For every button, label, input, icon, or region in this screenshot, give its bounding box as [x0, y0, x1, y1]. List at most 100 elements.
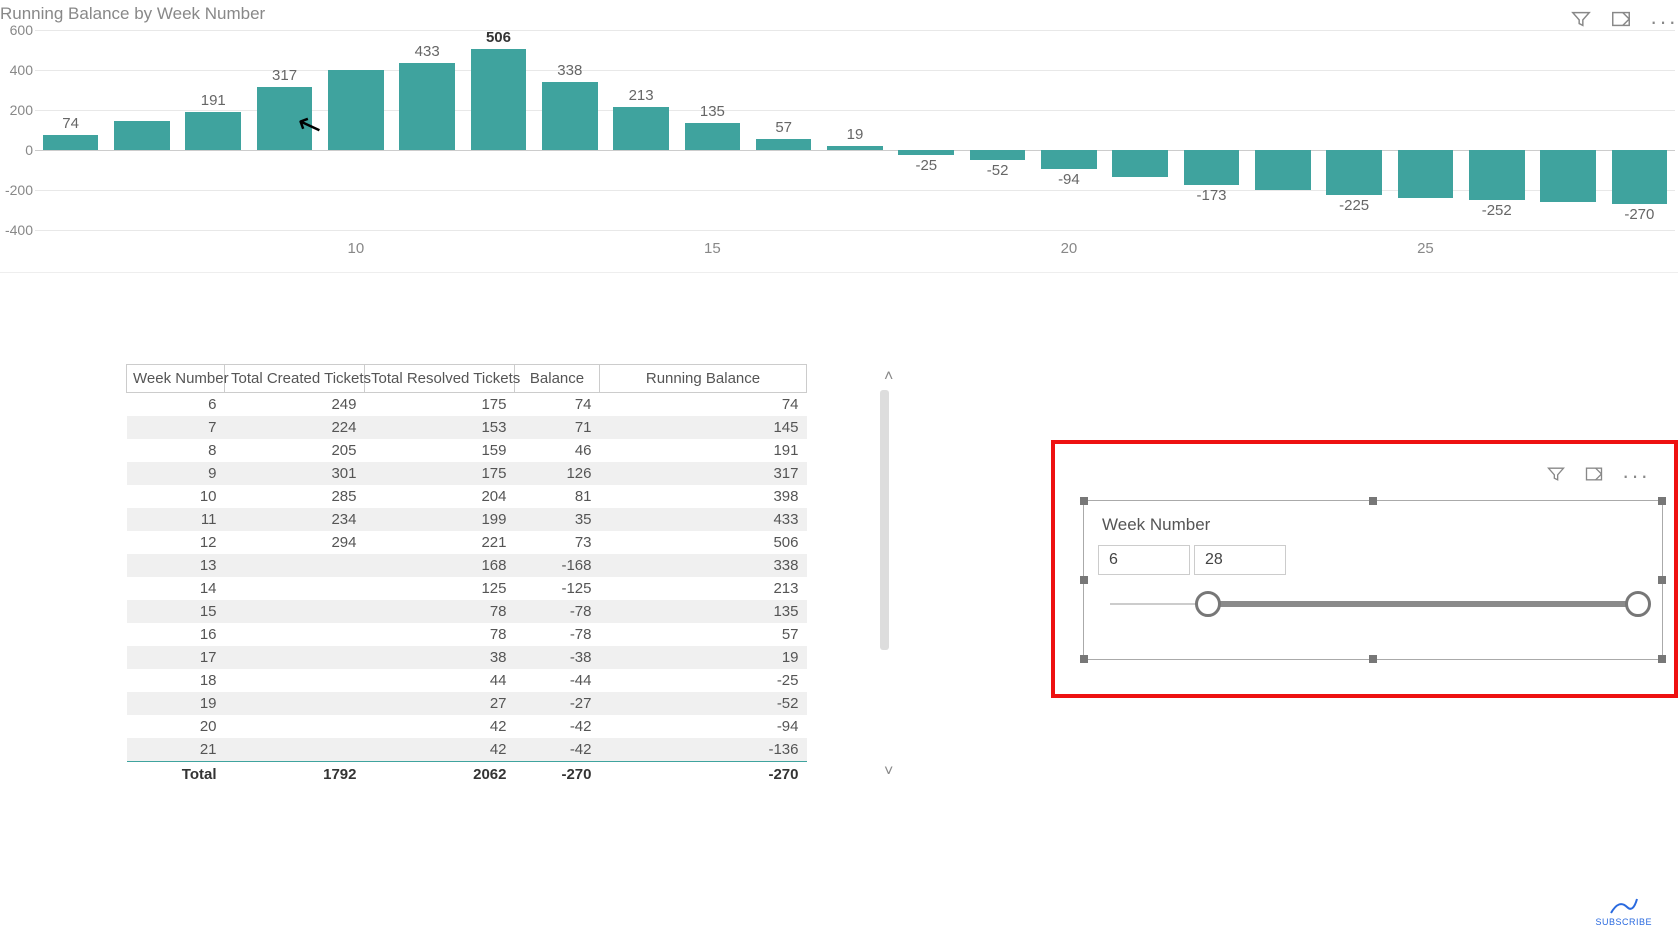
table-column-header[interactable]: Running Balance	[600, 365, 807, 393]
bar-value-label: 57	[754, 119, 814, 136]
chart-bar[interactable]	[399, 63, 455, 150]
table-row[interactable]: 820515946191	[127, 439, 807, 462]
slicer-max-input[interactable]	[1194, 545, 1286, 575]
chart-bar[interactable]	[328, 70, 384, 150]
week-number-slicer[interactable]: ··· Week Number	[1083, 500, 1663, 660]
table-cell: -38	[515, 646, 600, 669]
table-scrollbar[interactable]: ˄ ˅	[818, 368, 908, 768]
table-cell: 301	[225, 462, 365, 485]
table-cell: -52	[600, 692, 807, 715]
table-row[interactable]: 14125-125213	[127, 577, 807, 600]
table-total-row: Total17922062-270-270	[127, 762, 807, 788]
resize-handle[interactable]	[1658, 497, 1666, 505]
chart-bar[interactable]	[1041, 150, 1097, 169]
table-cell: 20	[127, 715, 225, 738]
chart-bar[interactable]	[1184, 150, 1240, 185]
resize-handle[interactable]	[1658, 576, 1666, 584]
chart-bar[interactable]	[1469, 150, 1525, 200]
table-cell	[225, 715, 365, 738]
chart-x-axis: 10152025	[35, 240, 1675, 260]
slicer-min-input[interactable]	[1098, 545, 1190, 575]
resize-handle[interactable]	[1080, 576, 1088, 584]
table-row[interactable]: 20 42-42-94	[127, 715, 807, 738]
table-cell: 317	[600, 462, 807, 485]
table-total-cell: 1792	[225, 762, 365, 788]
chart-bar[interactable]	[685, 123, 741, 150]
chart-bar[interactable]	[1112, 150, 1168, 177]
table-cell: -94	[600, 715, 807, 738]
chart-bar[interactable]	[1612, 150, 1668, 204]
focus-mode-icon[interactable]	[1584, 464, 1604, 489]
table-cell: 205	[225, 439, 365, 462]
table-column-header[interactable]: Total Created Tickets	[225, 365, 365, 393]
table-row[interactable]: 2142-42-136	[127, 738, 807, 762]
table-cell: 19	[600, 646, 807, 669]
chart-bar[interactable]	[1326, 150, 1382, 195]
table-row[interactable]: 9301175126317	[127, 462, 807, 485]
table-row[interactable]: 1578-78135	[127, 600, 807, 623]
chart-bar[interactable]	[114, 121, 170, 150]
table-row[interactable]: 1844-44-25	[127, 669, 807, 692]
table-cell: 57	[600, 623, 807, 646]
table-cell: 73	[515, 531, 600, 554]
chart-bar[interactable]	[1540, 150, 1596, 202]
chart-bar[interactable]	[756, 139, 812, 150]
table-row[interactable]: 1028520481398	[127, 485, 807, 508]
table-cell: -42	[515, 715, 600, 738]
chart-bar[interactable]	[185, 112, 241, 150]
x-tick: 15	[704, 240, 721, 257]
table-cell	[225, 692, 365, 715]
data-table[interactable]: Week NumberTotal Created TicketsTotal Re…	[126, 364, 806, 787]
table-column-header[interactable]: Balance	[515, 365, 600, 393]
table-cell	[225, 738, 365, 762]
scroll-track[interactable]	[880, 390, 889, 650]
table-cell: 42	[365, 715, 515, 738]
table-cell: 81	[515, 485, 600, 508]
chart-bar[interactable]	[898, 150, 954, 155]
bar-value-label: 317	[255, 67, 315, 84]
chart-bar[interactable]	[613, 107, 669, 150]
table-row[interactable]: 1738-3819	[127, 646, 807, 669]
table-row[interactable]: 1123419935433	[127, 508, 807, 531]
table-cell: 18	[127, 669, 225, 692]
table-row[interactable]: 1927-27-52	[127, 692, 807, 715]
slider-track[interactable]	[1208, 601, 1636, 607]
scroll-down-icon[interactable]: ˅	[884, 763, 893, 781]
table-row[interactable]: 722415371145	[127, 416, 807, 439]
chart-bar[interactable]	[542, 82, 598, 150]
resize-handle[interactable]	[1369, 497, 1377, 505]
table-cell: 294	[225, 531, 365, 554]
table-cell: -25	[600, 669, 807, 692]
table-cell: 234	[225, 508, 365, 531]
more-options-icon[interactable]: ···	[1622, 463, 1650, 489]
chart-bar[interactable]	[471, 49, 527, 150]
table-row[interactable]: 1229422173506	[127, 531, 807, 554]
slider-handle-min[interactable]	[1195, 591, 1221, 617]
chart-bar[interactable]	[257, 87, 313, 150]
table-column-header[interactable]: Week Number	[127, 365, 225, 393]
chart-bar[interactable]	[970, 150, 1026, 160]
table-cell: 338	[600, 554, 807, 577]
table-column-header[interactable]: Total Resolved Tickets	[365, 365, 515, 393]
bar-value-label: -52	[968, 162, 1028, 179]
slider-handle-max[interactable]	[1625, 591, 1651, 617]
table-cell: 199	[365, 508, 515, 531]
table-cell: 21	[127, 738, 225, 762]
table-cell: 74	[515, 393, 600, 417]
filter-icon[interactable]	[1546, 464, 1566, 489]
resize-handle[interactable]	[1369, 655, 1377, 663]
chart-bar[interactable]	[1255, 150, 1311, 190]
resize-handle[interactable]	[1080, 655, 1088, 663]
scroll-up-icon[interactable]: ˄	[884, 368, 893, 386]
running-balance-chart[interactable]: Running Balance by Week Number ··· 60040…	[0, 0, 1678, 275]
chart-bar[interactable]	[1398, 150, 1454, 198]
table-row[interactable]: 1678-7857	[127, 623, 807, 646]
chart-bar[interactable]	[43, 135, 99, 150]
table-cell: 9	[127, 462, 225, 485]
resize-handle[interactable]	[1658, 655, 1666, 663]
chart-bar[interactable]	[827, 146, 883, 150]
table-cell: 433	[600, 508, 807, 531]
resize-handle[interactable]	[1080, 497, 1088, 505]
table-row[interactable]: 62491757474	[127, 393, 807, 417]
table-row[interactable]: 13168-168338	[127, 554, 807, 577]
